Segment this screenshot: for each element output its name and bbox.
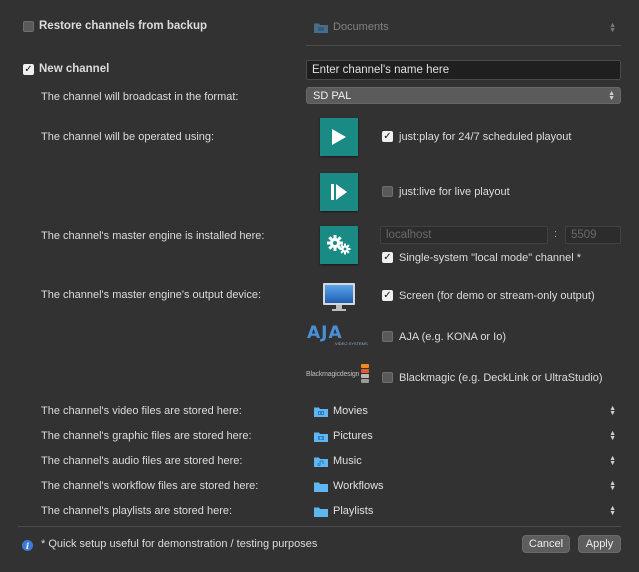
host-input[interactable]: localhost xyxy=(380,226,548,244)
documents-folder-label: Documents xyxy=(333,21,389,33)
justlive-icon xyxy=(320,173,358,211)
stepper-icon: ▲ ▼ xyxy=(609,455,616,467)
restore-label: Restore channels from backup xyxy=(39,20,208,32)
screen-label: Screen (for demo or stream-only output) xyxy=(399,290,595,302)
pictures-folder-icon xyxy=(314,431,328,442)
format-select[interactable]: SD PAL ▲ ▼ xyxy=(306,87,621,104)
blackmagic-logo-mark xyxy=(361,364,369,384)
storage-folder-label: Movies xyxy=(333,405,368,417)
stepper-icon: ▲ ▼ xyxy=(609,405,616,417)
storage-label: The channel's graphic files are stored h… xyxy=(41,430,252,442)
storage-folder-label: Workflows xyxy=(333,480,384,492)
justplay-icon xyxy=(320,118,358,156)
local-mode-checkbox[interactable]: ✓ xyxy=(382,252,393,263)
format-value: SD PAL xyxy=(313,89,352,102)
movies-folder-icon xyxy=(314,406,328,417)
storage-label: The channel's playlists are stored here: xyxy=(41,505,233,517)
folder-icon xyxy=(314,481,328,492)
stepper-icon: ▲ ▼ xyxy=(609,430,616,442)
port-input[interactable]: 5509 xyxy=(565,226,621,244)
port-placeholder: 5509 xyxy=(571,229,597,241)
gears-icon xyxy=(320,226,358,264)
stepper-icon: ▲ ▼ xyxy=(609,480,616,492)
info-icon: i xyxy=(22,540,33,551)
divider xyxy=(18,526,621,527)
storage-label: The channel's video files are stored her… xyxy=(41,405,242,417)
storage-folder-label: Music xyxy=(333,455,362,467)
new-channel-label: New channel xyxy=(39,63,110,75)
stepper-icon: ▲ ▼ xyxy=(609,22,616,34)
output-label: The channel's master engine's output dev… xyxy=(41,289,262,301)
justplay-checkbox[interactable]: ✓ xyxy=(382,131,393,142)
justlive-label: just:live for live playout xyxy=(399,186,510,198)
justlive-checkbox[interactable] xyxy=(382,186,393,197)
operated-label: The channel will be operated using: xyxy=(41,131,215,143)
apply-button[interactable]: Apply xyxy=(578,535,621,553)
aja-label: AJA (e.g. KONA or Io) xyxy=(399,331,506,343)
restore-folder-popup: Documents ▲ ▼ xyxy=(306,17,621,39)
documents-folder-icon xyxy=(314,22,328,33)
storage-folder-label: Playlists xyxy=(333,505,374,517)
storage-label: The channel's workflow files are stored … xyxy=(41,480,259,492)
music-folder-icon xyxy=(314,456,328,467)
channel-name-placeholder: Enter channel's name here xyxy=(312,64,450,76)
restore-checkbox[interactable] xyxy=(23,21,34,32)
storage-folder-popup[interactable]: Playlists ▲ ▼ xyxy=(306,502,621,520)
screen-checkbox[interactable]: ✓ xyxy=(382,290,393,301)
aja-logo: AJA VIDEO SYSTEMS xyxy=(307,323,368,347)
blackmagic-logo: Blackmagicdesign xyxy=(306,371,360,378)
storage-folder-popup[interactable]: Workflows ▲ ▼ xyxy=(306,477,621,495)
channel-name-input[interactable]: Enter channel's name here xyxy=(306,60,621,80)
host-placeholder: localhost xyxy=(386,229,432,241)
storage-label: The channel's audio files are stored her… xyxy=(41,455,243,467)
format-label: The channel will broadcast in the format… xyxy=(41,91,239,103)
storage-folder-popup[interactable]: Music ▲ ▼ xyxy=(306,452,621,470)
storage-folder-label: Pictures xyxy=(333,430,373,442)
storage-folder-popup[interactable]: Movies ▲ ▼ xyxy=(306,402,621,420)
cancel-button[interactable]: Cancel xyxy=(522,535,570,553)
folder-icon xyxy=(314,506,328,517)
stepper-icon: ▲ ▼ xyxy=(608,89,615,102)
aja-checkbox[interactable] xyxy=(382,331,393,342)
blackmagic-label: Blackmagic (e.g. DeckLink or UltraStudio… xyxy=(399,372,603,384)
local-mode-label: Single-system "local mode" channel * xyxy=(399,252,582,264)
blackmagic-checkbox[interactable] xyxy=(382,372,393,383)
storage-folder-popup[interactable]: Pictures ▲ ▼ xyxy=(306,427,621,445)
new-channel-checkbox[interactable]: ✓ xyxy=(23,64,34,75)
divider xyxy=(306,45,621,46)
monitor-icon xyxy=(322,282,356,312)
engine-label: The channel's master engine is installed… xyxy=(41,230,265,242)
stepper-icon: ▲ ▼ xyxy=(609,505,616,517)
port-separator: : xyxy=(554,228,558,240)
justplay-label: just:play for 24/7 scheduled playout xyxy=(399,131,572,143)
footer-note: * Quick setup useful for demonstration /… xyxy=(41,538,318,550)
